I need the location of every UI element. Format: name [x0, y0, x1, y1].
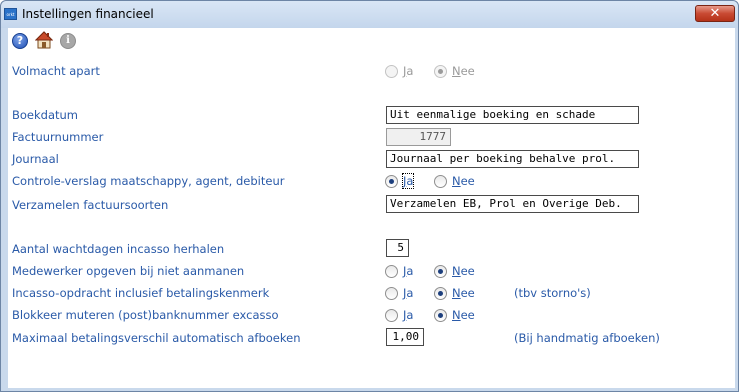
settings-panel: Volmacht apart Ja Nee Boekdatum Uit eenm… — [8, 57, 735, 388]
wachtdagen-input[interactable]: 5 — [386, 239, 409, 257]
incasso-ja-label: Ja — [403, 286, 414, 300]
blokkeer-ja-label: Ja — [403, 308, 414, 322]
incasso-nee-label: Nee — [452, 286, 475, 300]
maximaal-label: Maximaal betalingsverschil automatisch a… — [12, 331, 301, 345]
blokkeer-label: Blokkeer muteren (post)banknummer excass… — [12, 308, 279, 322]
volmacht-ja-radio[interactable] — [385, 65, 398, 78]
medewerker-nee-radio[interactable] — [434, 265, 447, 278]
verzamelen-select[interactable]: Verzamelen EB, Prol en Overige Deb. — [386, 195, 639, 213]
incasso-note: (tbv storno's) — [514, 286, 591, 300]
home-icon[interactable] — [34, 31, 54, 49]
help-icon[interactable]: ? — [12, 33, 28, 49]
factuurnummer-label: Factuurnummer — [12, 130, 104, 144]
controle-label: Controle-verslag maatschappy, agent, deb… — [12, 174, 285, 188]
medewerker-nee-label: Nee — [452, 264, 475, 278]
blokkeer-nee-label: Nee — [452, 308, 475, 322]
medewerker-ja-radio[interactable] — [385, 265, 398, 278]
incasso-label: Incasso-opdracht inclusief betalingskenm… — [12, 286, 270, 300]
controle-ja-radio[interactable] — [385, 175, 398, 188]
controle-nee-label: Nee — [452, 174, 475, 188]
title-bar: orkt Instellingen financieel ✕ — [1, 1, 738, 28]
info-icon: i — [60, 33, 76, 49]
medewerker-ja-label: Ja — [403, 264, 414, 278]
blokkeer-ja-radio[interactable] — [385, 309, 398, 322]
maximaal-input[interactable]: 1,00 — [386, 328, 424, 346]
window-title: Instellingen financieel — [22, 7, 154, 21]
controle-nee-radio[interactable] — [434, 175, 447, 188]
incasso-nee-radio[interactable] — [434, 287, 447, 300]
volmacht-nee-radio[interactable] — [434, 65, 447, 78]
journaal-select[interactable]: Journaal per boeking behalve prol. — [386, 150, 639, 168]
journaal-label: Journaal — [12, 152, 59, 166]
boekdatum-select[interactable]: Uit eenmalige boeking en schade — [386, 106, 639, 124]
wachtdagen-label: Aantal wachtdagen incasso herhalen — [12, 242, 225, 256]
maximaal-note: (Bij handmatig afboeken) — [514, 331, 660, 345]
verzamelen-label: Verzamelen factuursoorten — [12, 198, 169, 212]
volmacht-nee-label: Nee — [452, 64, 475, 78]
settings-window: orkt Instellingen financieel ✕ ? i Volma… — [0, 0, 739, 392]
toolbar: ? i — [8, 28, 735, 57]
close-button[interactable]: ✕ — [695, 5, 735, 22]
boekdatum-label: Boekdatum — [12, 108, 79, 122]
factuurnummer-field: 1777 — [386, 128, 451, 146]
volmacht-ja-label: Ja — [403, 64, 414, 78]
medewerker-label: Medewerker opgeven bij niet aanmanen — [12, 264, 245, 278]
volmacht-label: Volmacht apart — [12, 64, 100, 78]
blokkeer-nee-radio[interactable] — [434, 309, 447, 322]
incasso-ja-radio[interactable] — [385, 287, 398, 300]
controle-ja-label: Ja — [401, 173, 415, 189]
app-icon: orkt — [4, 8, 17, 20]
